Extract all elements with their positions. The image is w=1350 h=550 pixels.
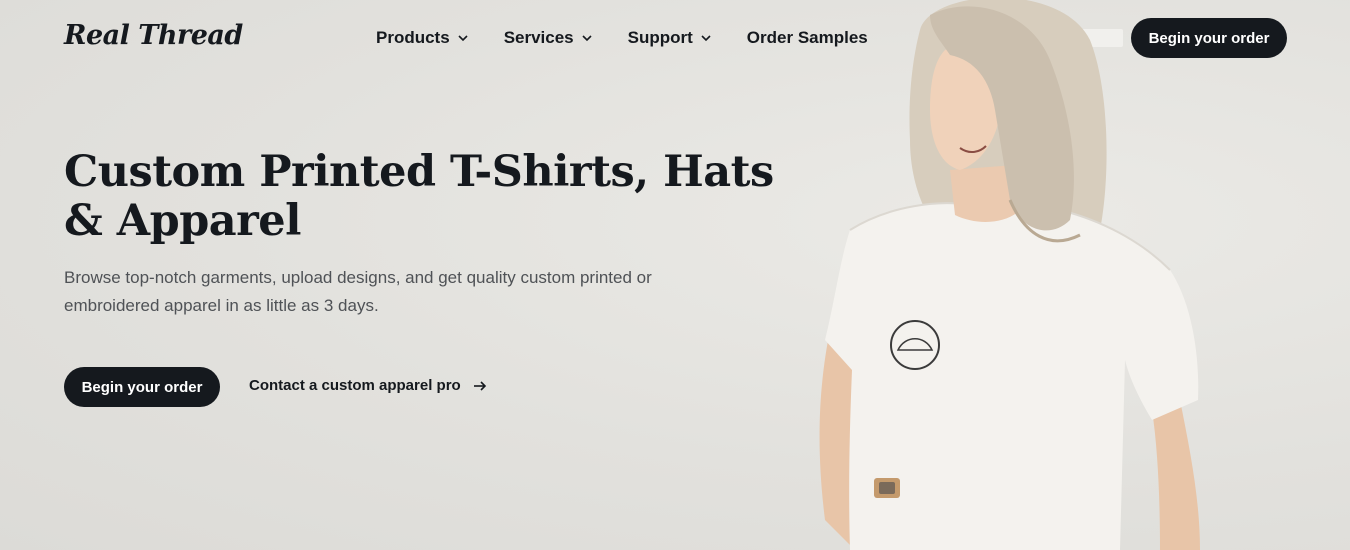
hero-subtitle: Browse top-notch garments, upload design… bbox=[64, 268, 652, 315]
begin-order-button[interactable]: Begin your order bbox=[64, 367, 220, 407]
hero-photo bbox=[819, 0, 1200, 550]
nav-support[interactable]: Support bbox=[628, 28, 712, 48]
logo[interactable]: Real Thread bbox=[64, 20, 243, 51]
arrow-right-icon bbox=[473, 380, 486, 391]
nav-services-label: Services bbox=[503, 28, 574, 47]
nav-products-label: Products bbox=[376, 28, 450, 47]
chevron-down-icon bbox=[701, 35, 711, 42]
contact-pro-link[interactable]: Contact a custom apparel pro bbox=[249, 377, 487, 394]
contact-pro-label: Contact a custom apparel pro bbox=[249, 377, 461, 394]
nav-services[interactable]: Services bbox=[504, 28, 593, 48]
chevron-down-icon bbox=[458, 35, 468, 42]
nav-products[interactable]: Products bbox=[376, 28, 469, 48]
hero-title: Custom Printed T-Shirts, Hats & Apparel bbox=[64, 147, 774, 246]
chevron-down-icon bbox=[582, 35, 592, 42]
nav-support-label: Support bbox=[627, 28, 693, 47]
